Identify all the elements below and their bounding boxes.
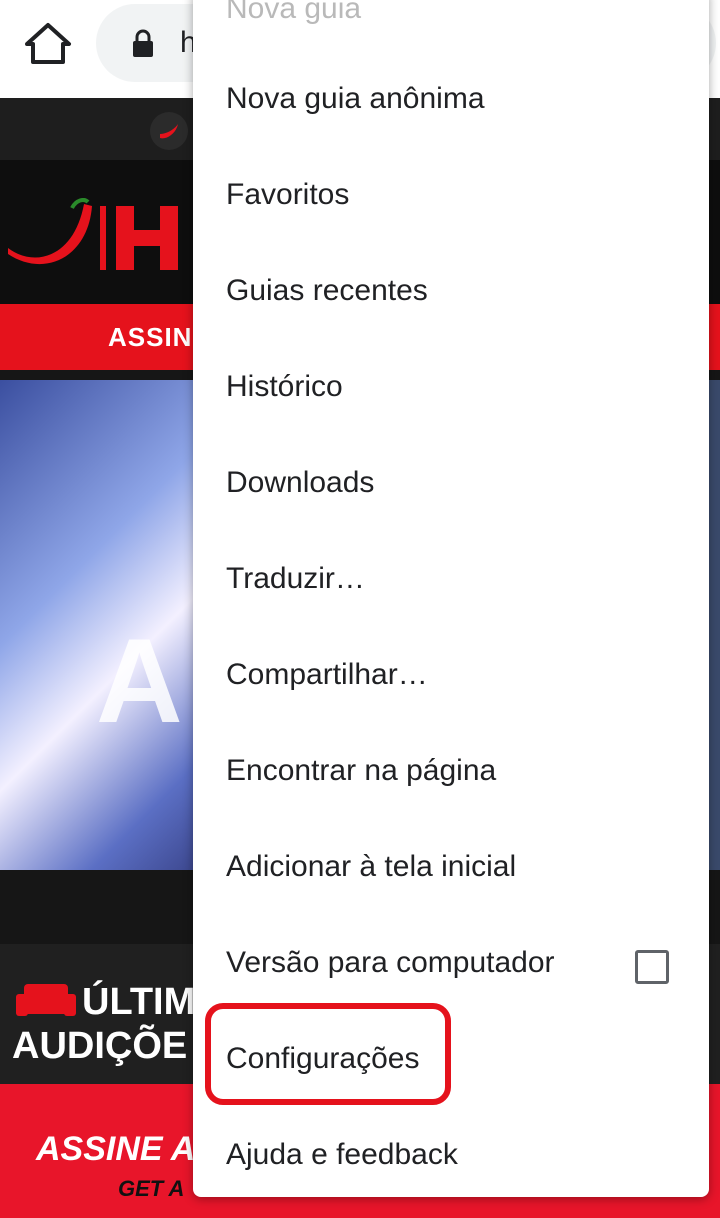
subscribe-text: ASSIN	[108, 322, 193, 352]
hero-letter: A	[96, 614, 183, 748]
menu-item-incognito-tab[interactable]: Nova guia anônima	[193, 54, 709, 150]
menu-label: Adicionar à tela inicial	[226, 850, 517, 883]
menu-label: Histórico	[226, 370, 343, 403]
site-logo	[8, 198, 178, 270]
menu-label: Guias recentes	[226, 274, 428, 307]
promo-bottom-subtext: GET A	[118, 1176, 185, 1201]
menu-item-downloads[interactable]: Downloads	[193, 438, 709, 534]
menu-item-bookmarks[interactable]: Favoritos	[193, 150, 709, 246]
menu-item-help-feedback[interactable]: Ajuda e feedback	[193, 1110, 709, 1197]
menu-item-find-in-page[interactable]: Encontrar na página	[193, 726, 709, 822]
menu-label: Favoritos	[226, 178, 350, 211]
lock-icon	[133, 29, 153, 57]
promo-line-2: AUDIÇÕE	[12, 1025, 188, 1067]
menu-label: Encontrar na página	[226, 754, 497, 787]
menu-item-recent-tabs[interactable]: Guias recentes	[193, 246, 709, 342]
menu-label: Ajuda e feedback	[226, 1138, 458, 1171]
menu-label: Downloads	[226, 466, 375, 499]
menu-item-add-to-home[interactable]: Adicionar à tela inicial	[193, 822, 709, 918]
pepper-icon	[150, 112, 188, 150]
menu-label: Compartilhar…	[226, 658, 428, 691]
menu-label: Traduzir…	[226, 562, 365, 595]
sofa-icon	[16, 984, 76, 1016]
settings-highlight-box	[205, 1003, 451, 1105]
menu-item-share[interactable]: Compartilhar…	[193, 630, 709, 726]
menu-item-desktop-site[interactable]: Versão para computador	[193, 918, 709, 1014]
home-button[interactable]	[22, 22, 74, 66]
menu-label: Nova guia anônima	[226, 82, 485, 115]
overflow-menu: Nova guia Nova guia anônima Favoritos Gu…	[193, 0, 709, 1197]
menu-label: Versão para computador	[226, 946, 555, 979]
menu-label: Nova guia	[226, 0, 362, 25]
desktop-site-checkbox[interactable]	[635, 950, 669, 984]
menu-item-translate[interactable]: Traduzir…	[193, 534, 709, 630]
menu-item-history[interactable]: Histórico	[193, 342, 709, 438]
home-icon	[25, 23, 71, 64]
